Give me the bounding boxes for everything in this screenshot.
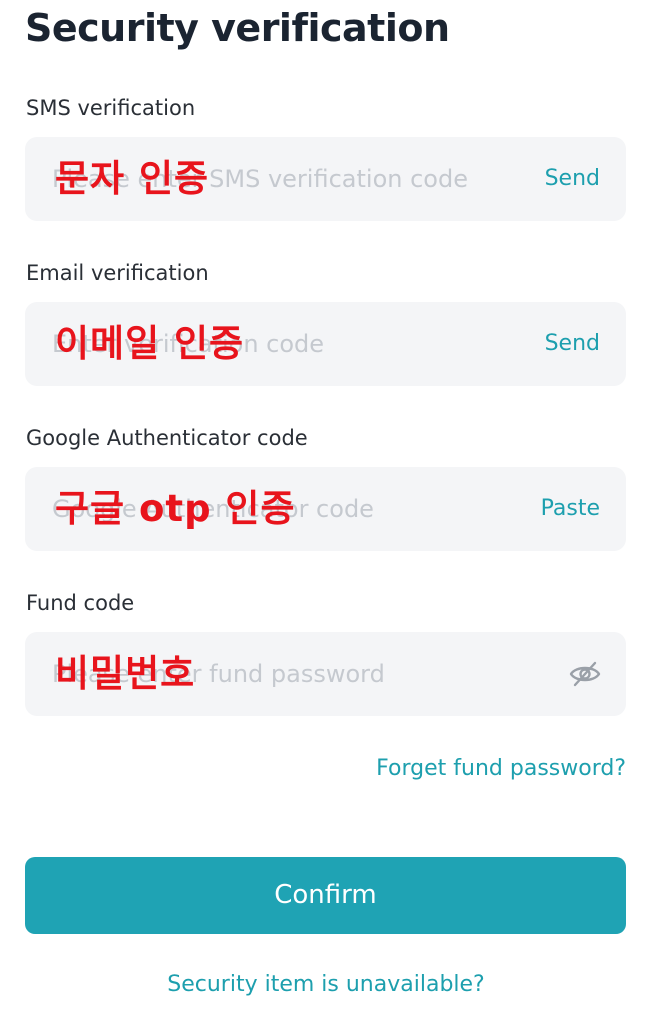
- email-code-input[interactable]: Enter verification code 이메일 인증 Send: [25, 302, 626, 386]
- fund-code-label: Fund code: [26, 591, 135, 615]
- email-send-button[interactable]: Send: [545, 302, 600, 386]
- google-authenticator-label: Google Authenticator code: [26, 426, 308, 450]
- paste-button[interactable]: Paste: [541, 467, 600, 551]
- security-item-unavailable-link[interactable]: Security item is unavailable?: [0, 972, 652, 997]
- sms-overlay-annotation: 문자 인증: [55, 157, 210, 200]
- sms-send-button[interactable]: Send: [545, 137, 600, 221]
- fund-password-overlay-annotation: 비밀번호: [55, 652, 196, 695]
- eye-slash-icon[interactable]: [568, 658, 602, 690]
- google-auth-overlay-annotation: 구글 otp 인증: [55, 487, 296, 530]
- email-verification-label: Email verification: [26, 261, 209, 285]
- confirm-button[interactable]: Confirm: [25, 857, 626, 934]
- fund-password-input[interactable]: Please enter fund password 비밀번호: [25, 632, 626, 716]
- sms-verification-label: SMS verification: [26, 96, 196, 120]
- email-overlay-annotation: 이메일 인증: [55, 322, 245, 365]
- google-auth-code-input[interactable]: Google Authenticator code 구글 otp 인증 Past…: [25, 467, 626, 551]
- forget-fund-password-link[interactable]: Forget fund password?: [376, 756, 626, 781]
- sms-code-input[interactable]: Please enter SMS verification code 문자 인증…: [25, 137, 626, 221]
- page-title: Security verification: [25, 6, 450, 50]
